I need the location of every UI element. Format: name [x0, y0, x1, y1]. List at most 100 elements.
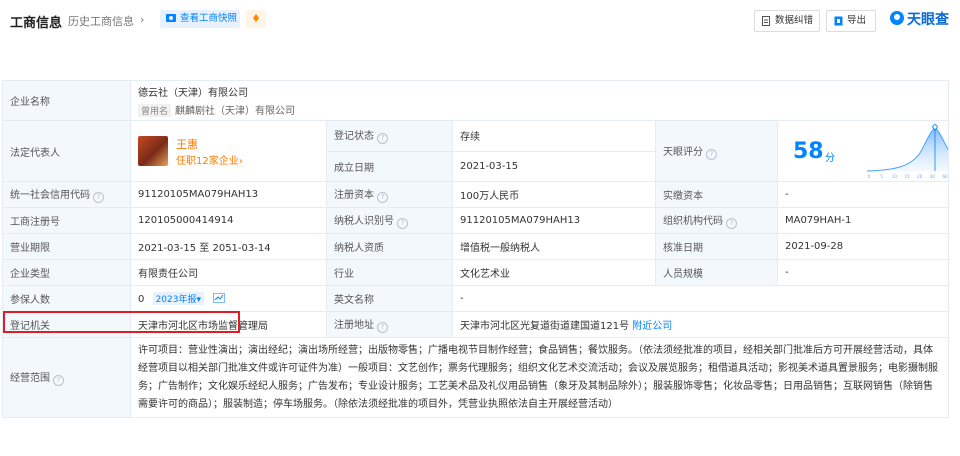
paid-capital-label: 实缴资本 [655, 181, 778, 208]
former-name-row: 曾用名 麒麟剧社（天津）有限公司 [138, 102, 941, 117]
score-tick-label: 60 [942, 174, 948, 179]
taxpayer-id-label-cell: 纳税人识别号? [326, 207, 453, 234]
company-name-label: 企业名称 [2, 80, 131, 121]
scope-label: 经营范围 [10, 373, 50, 384]
legal-rep-positions-text: 任职12家企业 [176, 156, 239, 167]
snapshot-button[interactable]: 查看工商快照 [160, 10, 240, 28]
section-title: 工商信息 [10, 16, 63, 31]
question-circle-icon[interactable]: ? [377, 192, 388, 203]
score-cell: 58 分 0510152040608099100 [776, 120, 950, 182]
score-tick-label: 20 [917, 174, 923, 179]
camera-icon [166, 14, 176, 22]
table-row: 企业类型 有限责任公司 行业 文化艺术业 人员规模 - [2, 259, 950, 286]
avatar[interactable] [138, 136, 168, 166]
nearby-companies-link[interactable]: 附近公司 [632, 321, 672, 332]
taxpayer-id-label: 纳税人识别号 [334, 216, 394, 227]
question-circle-icon[interactable]: ? [397, 218, 408, 229]
legal-rep-name[interactable]: 王惠 [176, 136, 198, 152]
industry-value: 文化艺术业 [452, 259, 656, 286]
export-button[interactable]: 导出 [826, 10, 876, 32]
legal-rep-cell: 王惠 任职12家企业› [130, 120, 327, 182]
taxpayer-id-value: 91120105MA079HAH13 [452, 207, 656, 234]
company-type-value: 有限责任公司 [130, 259, 327, 286]
company-name-cell: 德云社（天津）有限公司 曾用名 麒麟剧社（天津）有限公司 [129, 80, 950, 121]
scope-label-cell: 经营范围? [2, 337, 131, 418]
correction-button-label: 数据纠错 [775, 15, 814, 26]
score-tick-label: 10 [892, 174, 898, 179]
legal-rep-label: 法定代表人 [2, 120, 131, 182]
score-label: 天眼评分 [663, 146, 703, 158]
history-link[interactable]: 历史工商信息 [68, 13, 134, 29]
reg-status-label: 登记状态 [334, 131, 374, 143]
credit-code-label: 统一社会信用代码 [10, 190, 90, 201]
english-name-label: 英文名称 [326, 285, 453, 312]
former-name-tag: 曾用名 [138, 104, 172, 117]
table-row: 经营范围? 许可项目：营业性演出；演出经纪；演出场所经营；出版物零售；广播电视节… [2, 337, 950, 418]
address-label: 注册地址 [334, 320, 374, 331]
former-name: 麒麟剧社（天津）有限公司 [175, 106, 296, 117]
score-distribution-chart: 0510152040608099100 [866, 124, 948, 179]
staff-size-value: - [776, 259, 950, 286]
reg-capital-label: 注册资本 [334, 190, 374, 201]
taxpayer-type-value: 增值税一般纳税人 [452, 233, 656, 260]
table-row: 营业期限 2021-03-15 至 2051-03-14 纳税人资质 增值税一般… [2, 233, 950, 260]
term-label: 营业期限 [2, 233, 131, 260]
table-row: 统一社会信用代码? 91120105MA079HAH13 注册资本? 100万人… [2, 181, 950, 208]
score-tick-label: 15 [904, 174, 910, 179]
score-value: 58 [793, 139, 824, 164]
company-name: 德云社（天津）有限公司 [138, 88, 248, 99]
score-tick-label: 5 [880, 174, 883, 179]
industry-label: 行业 [326, 259, 453, 286]
trend-chart-icon[interactable] [213, 293, 226, 303]
question-circle-icon[interactable]: ? [93, 192, 104, 203]
reg-no-value: 120105000414914 [130, 207, 327, 234]
insured-count-cell: 0 2023年报▾ [130, 285, 327, 312]
chevron-right-icon: › [238, 156, 243, 167]
scope-value: 许可项目：营业性演出；演出经纪；演出场所经营；出版物零售；广播电视节目制作经营；… [129, 337, 950, 418]
correction-button[interactable]: 数据纠错 [754, 10, 820, 32]
question-circle-icon[interactable]: ? [706, 148, 717, 160]
score-tick-label: 0 [868, 174, 871, 179]
address-cell: 天津市河北区光复道街道建国道121号 附近公司 [451, 311, 950, 338]
bell-button[interactable]: ♦ [246, 10, 266, 28]
credit-code-label-cell: 统一社会信用代码? [2, 181, 131, 208]
staff-size-label: 人员规模 [655, 259, 778, 286]
legal-rep-positions-link[interactable]: 任职12家企业› [176, 152, 243, 167]
reg-no-label: 工商注册号 [2, 207, 131, 234]
table-row: 工商注册号 120105000414914 纳税人识别号? 91120105MA… [2, 207, 950, 234]
bell-icon: ♦ [251, 12, 261, 25]
credit-code-value: 91120105MA079HAH13 [130, 181, 327, 208]
snapshot-button-label: 查看工商快照 [180, 13, 238, 24]
score-ticks: 0510152040608099100 [868, 174, 948, 179]
english-name-value: - [451, 285, 950, 312]
est-date-label: 成立日期 [326, 150, 453, 182]
annual-report-label: 2023年报 [155, 295, 197, 305]
question-circle-icon[interactable]: ? [726, 218, 737, 229]
table-row: 法定代表人 王惠 任职12家企业› 登记状态? 存续 天眼评分? 58 分 0 … [2, 120, 950, 182]
chevron-right-icon: › [140, 13, 145, 26]
reg-capital-label-cell: 注册资本? [326, 181, 453, 208]
est-date-value: 2021-03-15 [452, 150, 656, 182]
score-marker-dot [932, 124, 938, 130]
org-code-label-cell: 组织机构代码? [655, 207, 778, 234]
reg-capital-value: 100万人民币 [452, 181, 656, 208]
question-circle-icon[interactable]: ? [53, 375, 64, 386]
insured-count-value: 0 [138, 294, 145, 305]
logo-text: 天眼查 [907, 12, 949, 28]
export-icon [834, 16, 843, 26]
address-label-cell: 注册地址? [326, 311, 453, 338]
term-value: 2021-03-15 至 2051-03-14 [130, 233, 327, 260]
question-circle-icon[interactable]: ? [377, 322, 388, 333]
export-button-label: 导出 [847, 15, 867, 26]
score-unit: 分 [825, 153, 835, 164]
question-circle-icon[interactable]: ? [377, 133, 388, 145]
document-icon [762, 16, 770, 26]
chevron-down-icon: ▾ [196, 295, 201, 305]
annual-report-select[interactable]: 2023年报▾ [152, 292, 204, 305]
logo-mark-icon [890, 11, 904, 25]
score-curve-fill [867, 129, 948, 171]
paid-capital-value: - [776, 181, 950, 208]
insured-count-highlight [3, 311, 240, 333]
reg-status-label-cell: 登记状态? [326, 120, 453, 152]
org-code-label: 组织机构代码 [663, 216, 723, 227]
